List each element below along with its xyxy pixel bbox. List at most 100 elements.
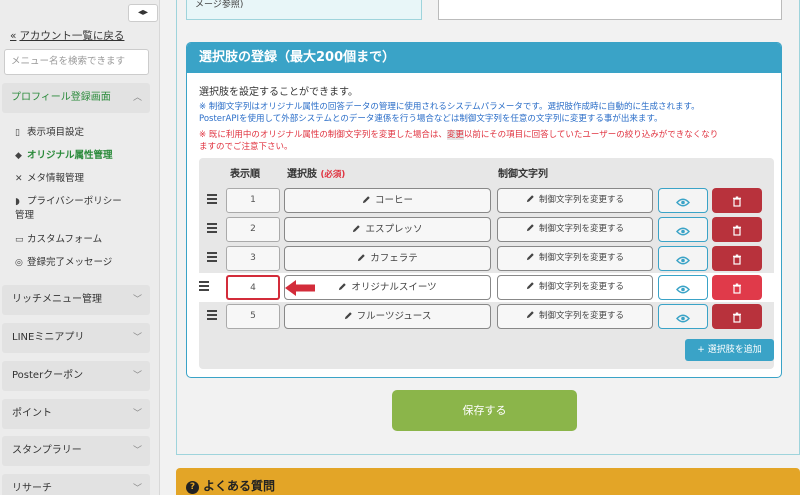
section-label: リサーチ: [12, 483, 52, 494]
sidebar-item-display-settings[interactable]: ▯ 表示項目設定: [15, 124, 84, 138]
delete-button[interactable]: [712, 275, 762, 300]
control-string-label: 制御文字列を変更する: [538, 311, 624, 321]
menu-search-input[interactable]: メニュー名を検索できます: [4, 49, 149, 75]
back-link-label: アカウント一覧に戻る: [19, 30, 125, 42]
sidebar-section-research[interactable]: リサーチ ﹀: [2, 474, 150, 495]
delete-button[interactable]: [712, 304, 762, 329]
pencil-icon: [526, 224, 534, 232]
warning-highlight: 変更: [446, 130, 464, 140]
sidebar-section-profile[interactable]: プロフィール登録画面 ︿: [2, 83, 150, 113]
note-line-2: PosterAPIを使用して外部システムとのデータ連係を行う場合などは制御文字列…: [199, 114, 663, 124]
add-option-label: 選択肢を追加: [707, 345, 762, 355]
pencil-icon: [344, 312, 352, 320]
sidebar-item-label: 管理: [15, 210, 35, 221]
trash-icon: [733, 283, 741, 294]
preview-button[interactable]: [658, 188, 708, 213]
section-label: ポイント: [12, 408, 52, 419]
sidebar-item-original-attributes[interactable]: ◆ オリジナル属性管理: [15, 147, 113, 161]
sidebar-section-line-mini-app[interactable]: LINEミニアプリ ﹀: [2, 323, 150, 353]
tag-icon: ◆: [15, 151, 22, 161]
sidebar-item-label: オリジナル属性管理: [27, 150, 113, 161]
option-row: 4 オリジナルスイーツ 制御文字列を変更する: [191, 273, 781, 302]
chevron-down-icon: ﹀: [132, 446, 142, 456]
faq-label: よくある質問: [203, 479, 276, 493]
option-edit-button[interactable]: オリジナルスイーツ: [284, 275, 491, 300]
preview-button[interactable]: [658, 246, 708, 271]
control-string-button[interactable]: 制御文字列を変更する: [497, 217, 653, 242]
option-label: オリジナルスイーツ: [351, 282, 437, 293]
preview-button[interactable]: [658, 217, 708, 242]
option-edit-button[interactable]: カフェラテ: [284, 246, 491, 271]
previous-textarea[interactable]: [438, 0, 782, 20]
control-string-label: 制御文字列を変更する: [538, 253, 624, 263]
order-input[interactable]: 2: [226, 217, 280, 242]
chevron-up-icon: ︿: [132, 93, 142, 103]
delete-button[interactable]: [712, 217, 762, 242]
option-edit-button[interactable]: エスプレッソ: [284, 217, 491, 242]
delete-button[interactable]: [712, 246, 762, 271]
sidebar-section-rich-menu[interactable]: リッチメニュー管理 ﹀: [2, 285, 150, 315]
option-row: 1 コーヒー 制御文字列を変更する: [199, 186, 774, 215]
tools-icon: ✕: [15, 174, 23, 184]
order-input[interactable]: 4: [226, 275, 280, 300]
back-to-accounts-link[interactable]: «アカウント一覧に戻る: [10, 28, 124, 43]
card-icon: ▭: [15, 235, 24, 245]
control-string-button[interactable]: 制御文字列を変更する: [497, 246, 653, 271]
option-label: フルーツジュース: [356, 311, 432, 322]
section-label: スタンプラリー: [12, 445, 82, 456]
previous-field-fragment: メージ参照): [186, 0, 422, 20]
drag-handle-icon[interactable]: [199, 281, 209, 293]
control-string-button[interactable]: 制御文字列を変更する: [497, 188, 653, 213]
check-circle-icon: ◎: [15, 258, 23, 268]
order-input[interactable]: 5: [226, 304, 280, 329]
eye-icon: [676, 285, 690, 294]
col-header-option-label: 選択肢: [287, 169, 317, 180]
warning-line-1: ※ 既に利用中のオリジナル属性の制御文字列を変更した場合は、変更以前にその項目に…: [199, 128, 718, 140]
trash-icon: [733, 225, 741, 236]
sidebar-item-completion-message[interactable]: ◎ 登録完了メッセージ: [15, 254, 112, 268]
trash-icon: [733, 196, 741, 207]
drag-handle-icon[interactable]: [207, 310, 217, 322]
save-button[interactable]: 保存する: [392, 390, 577, 431]
add-option-button[interactable]: + 選択肢を追加: [685, 339, 774, 361]
pencil-icon: [526, 195, 534, 203]
chevron-down-icon: ﹀: [132, 484, 142, 494]
sidebar-item-label: メタ情報管理: [27, 173, 85, 184]
sidebar-item-label: プライバシーポリシー: [27, 196, 122, 207]
sidebar-section-points[interactable]: ポイント ﹀: [2, 399, 150, 429]
collapse-sidebar-button[interactable]: ◂▸: [128, 4, 158, 22]
option-edit-button[interactable]: フルーツジュース: [284, 304, 491, 329]
pencil-icon: [526, 253, 534, 261]
drag-handle-icon[interactable]: [207, 194, 217, 206]
sidebar-item-label: 表示項目設定: [27, 127, 85, 138]
sidebar-item-privacy-cont[interactable]: 管理: [15, 207, 34, 221]
sidebar-item-meta[interactable]: ✕ メタ情報管理: [15, 170, 84, 184]
drag-handle-icon[interactable]: [207, 223, 217, 235]
note-line-1: ※ 制御文字列はオリジナル属性の回答データの管理に使用されるシステムパラメータで…: [199, 102, 700, 112]
sidebar-section-stamp-rally[interactable]: スタンプラリー ﹀: [2, 436, 150, 466]
option-edit-button[interactable]: コーヒー: [284, 188, 491, 213]
sidebar-item-privacy[interactable]: ◗ プライバシーポリシー: [15, 193, 122, 207]
sidebar-section-poster-coupon[interactable]: Posterクーポン ﹀: [2, 361, 150, 391]
preview-button[interactable]: [658, 304, 708, 329]
pencil-icon: [526, 311, 534, 319]
pencil-icon: [358, 254, 365, 262]
drag-handle-icon[interactable]: [207, 252, 217, 264]
question-icon: ?: [186, 481, 199, 494]
preview-button[interactable]: [658, 275, 708, 300]
warning-line-2: ますのでご注意下さい。: [199, 142, 293, 152]
double-chevron-left-icon: «: [10, 30, 17, 42]
sidebar-item-custom-form[interactable]: ▭ カスタムフォーム: [15, 231, 102, 245]
pencil-icon: [353, 225, 361, 233]
order-input[interactable]: 3: [226, 246, 280, 271]
control-string-button[interactable]: 制御文字列を変更する: [497, 275, 653, 300]
section-label: Posterクーポン: [12, 370, 84, 381]
faq-header[interactable]: ? よくある質問: [176, 468, 800, 495]
control-string-button[interactable]: 制御文字列を変更する: [497, 304, 653, 329]
col-header-control: 制御文字列: [498, 169, 548, 180]
order-input[interactable]: 1: [226, 188, 280, 213]
delete-button[interactable]: [712, 188, 762, 213]
intro-text: 選択肢を設定することができます。: [199, 87, 358, 98]
options-card: 選択肢の登録（最大200個まで） 選択肢を設定することができます。 ※ 制御文字…: [186, 42, 782, 378]
phone-icon: ▯: [15, 128, 20, 138]
